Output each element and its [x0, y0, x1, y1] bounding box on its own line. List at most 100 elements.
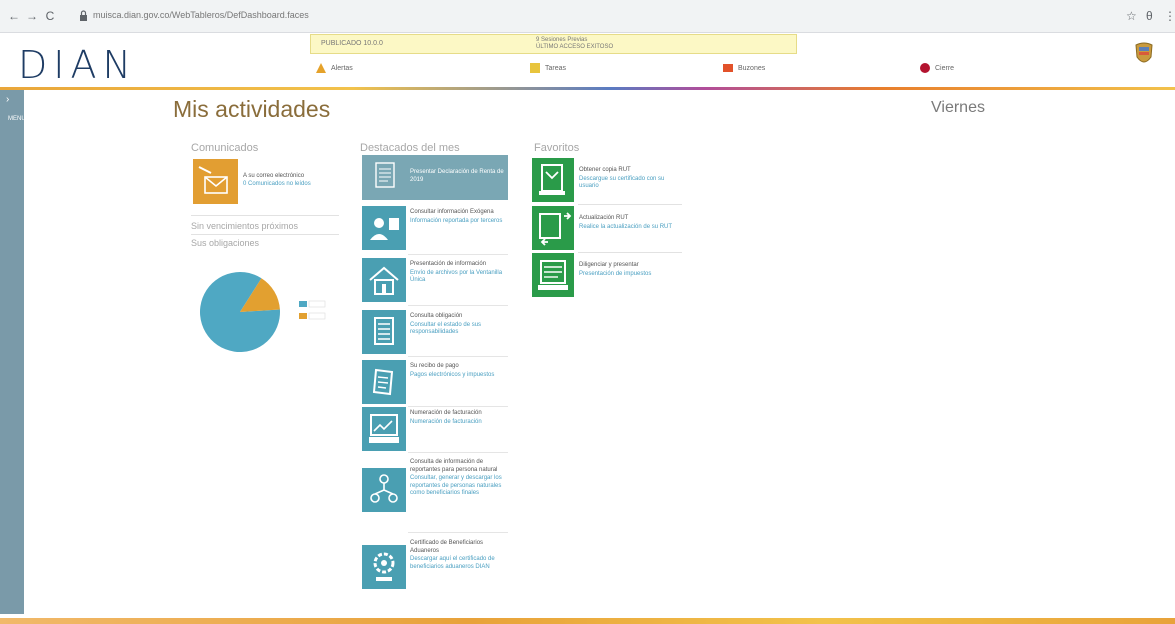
- destacado-item[interactable]: Consulta de información de reportantes p…: [362, 456, 508, 531]
- cierre-label: Cierre: [935, 64, 955, 72]
- destacado-item-text: Consultar información Exógena Informació…: [410, 209, 508, 225]
- alertas-label: Alertas: [331, 64, 353, 72]
- page-title: Mis actividades: [173, 96, 331, 122]
- divider: [408, 305, 508, 306]
- email-tile-title: A su correo electrónico: [243, 173, 305, 179]
- destacado-item-title: Presentación de información: [410, 261, 487, 267]
- form-icon: [532, 253, 574, 297]
- destacado-highlight-tile[interactable]: Presentar Declaración de Renta de 2019: [362, 155, 508, 200]
- favoritos-title: Favoritos: [534, 142, 580, 154]
- destacados-title: Destacados del mes: [360, 142, 460, 154]
- notice-line-2: ÚLTIMO ACCESO EXITOSO: [536, 44, 614, 50]
- reload-icon[interactable]: C: [42, 8, 58, 24]
- house-icon: [362, 258, 406, 302]
- destacado-item-desc: Pagos electrónicos y impuestos: [410, 371, 495, 378]
- favorito-item-title: Diligenciar y presentar: [579, 262, 639, 268]
- back-icon[interactable]: ←: [6, 8, 22, 24]
- destacado-item-desc: Numeración de facturación: [410, 418, 482, 425]
- site-header: DIAN PUBLICADO 10.0.0 9 Sesiones Previas…: [0, 33, 1175, 90]
- day-title: Viernes: [931, 99, 985, 116]
- destacado-item[interactable]: Consultar información Exógena Informació…: [362, 206, 508, 252]
- buzones-link[interactable]: Buzones: [723, 61, 765, 75]
- destacado-item-desc: Consultar, generar y descargar los repor…: [410, 475, 502, 496]
- destacado-item-title: Consultar información Exógena: [410, 209, 494, 215]
- declaration-icon: [375, 162, 395, 188]
- mailbox-icon: [723, 64, 733, 72]
- favorito-item[interactable]: Obtener copia RUT Descargue su certifica…: [532, 158, 682, 202]
- dian-logo[interactable]: DIAN: [18, 45, 137, 85]
- address-bar[interactable]: muisca.dian.gov.co/WebTableros/DefDashbo…: [75, 5, 1095, 28]
- destacado-item-text: Consulta obligación Consultar el estado …: [410, 313, 508, 337]
- email-tile[interactable]: [193, 159, 238, 204]
- cierre-link[interactable]: Cierre: [920, 61, 954, 75]
- url-text: muisca.dian.gov.co/WebTableros/DefDashbo…: [93, 10, 309, 20]
- favorito-item-text: Diligenciar y presentar Presentación de …: [579, 262, 684, 278]
- obligaciones-chart: [195, 265, 335, 355]
- network-icon: [362, 468, 406, 512]
- destacado-highlight-label: Presentar Declaración de Renta de 2019: [410, 169, 504, 183]
- destacado-item-title: Consulta de información de reportantes p…: [410, 459, 498, 473]
- destacado-item-title: Numeración de facturación: [410, 410, 482, 416]
- legend-label-box: [308, 312, 326, 320]
- chevron-right-icon[interactable]: ›: [6, 94, 9, 105]
- divider: [191, 234, 339, 235]
- divider: [408, 356, 508, 357]
- buzones-label: Buzones: [738, 64, 766, 72]
- power-icon: [920, 63, 930, 73]
- notice-line-1: 9 Sesiones Previas: [536, 37, 588, 43]
- forward-icon[interactable]: →: [24, 8, 40, 24]
- divider: [578, 204, 682, 205]
- destacado-item[interactable]: Consulta obligación Consultar el estado …: [362, 310, 508, 354]
- favorito-item-text: Obtener copia RUT Descargue su certifica…: [579, 167, 684, 191]
- destacado-item-desc: Información reportada por terceros: [410, 217, 503, 224]
- warning-icon: [316, 63, 326, 73]
- destacado-item[interactable]: Su recibo de pago Pagos electrónicos y i…: [362, 360, 508, 404]
- side-menu-label: MENU: [8, 116, 26, 122]
- destacado-item-title: Consulta obligación: [410, 313, 463, 319]
- favorito-item-desc: Realice la actualización de su RUT: [579, 223, 673, 230]
- alertas-link[interactable]: Alertas: [316, 61, 353, 75]
- star-icon[interactable]: ☆: [1126, 8, 1137, 24]
- tareas-label: Tareas: [545, 64, 567, 72]
- document-icon: [362, 310, 406, 354]
- legend-swatch: [299, 301, 307, 307]
- email-icon: [198, 166, 228, 194]
- destacado-item[interactable]: Presentación de información Envío de arc…: [362, 258, 508, 302]
- destacado-item-text: Presentación de información Envío de arc…: [410, 261, 508, 285]
- favorito-item[interactable]: Diligenciar y presentar Presentación de …: [532, 253, 682, 297]
- person-doc-icon: [362, 206, 406, 250]
- destacado-item-desc: Consultar el estado de sus responsabilid…: [410, 321, 482, 336]
- notice-session-text: 9 Sesiones Previas ÚLTIMO ACCESO EXITOSO: [536, 37, 613, 51]
- gear-icon: [362, 545, 406, 589]
- favorito-item[interactable]: Actualización RUT Realice la actualizaci…: [532, 206, 682, 250]
- email-tile-desc: 0 Comunicados no leídos: [243, 181, 311, 187]
- more-icon[interactable]: ⋮: [1164, 8, 1175, 24]
- legend-swatch: [299, 313, 307, 319]
- footer-color-line: [0, 618, 1175, 624]
- favorito-item-title: Obtener copia RUT: [579, 167, 631, 173]
- destacado-item[interactable]: Certificado de Beneficiarios Aduaneros D…: [362, 537, 508, 597]
- tasks-icon: [530, 63, 540, 73]
- session-notice: PUBLICADO 10.0.0 9 Sesiones Previas ÚLTI…: [310, 34, 797, 54]
- rut-update-icon: [532, 206, 574, 250]
- destacado-item-text: Certificado de Beneficiarios Aduaneros D…: [410, 540, 508, 571]
- comunicados-title: Comunicados: [191, 142, 259, 154]
- profile-icon[interactable]: θ: [1146, 8, 1153, 24]
- email-tile-text[interactable]: A su correo electrónico 0 Comunicados no…: [243, 172, 338, 188]
- side-menu[interactable]: › MENU: [0, 90, 26, 614]
- divider: [191, 215, 339, 216]
- favorito-item-title: Actualización RUT: [579, 215, 629, 221]
- tareas-link[interactable]: Tareas: [530, 61, 566, 75]
- coat-of-arms-icon: [1135, 42, 1153, 63]
- vencimientos-text: Sin vencimientos próximos: [191, 221, 299, 231]
- divider: [408, 254, 508, 255]
- destacado-item[interactable]: Numeración de facturación Numeración de …: [362, 407, 508, 452]
- destacado-item-title: Certificado de Beneficiarios Aduaneros: [410, 540, 484, 554]
- legend-label-box: [308, 300, 326, 308]
- destacado-item-text: Su recibo de pago Pagos electrónicos y i…: [410, 363, 508, 379]
- destacado-item-desc: Descargar aquí el certificado de benefic…: [410, 556, 495, 570]
- rut-copy-icon: [532, 158, 574, 202]
- notice-left-text: PUBLICADO 10.0.0: [321, 40, 383, 47]
- browser-toolbar: ← → C muisca.dian.gov.co/WebTableros/Def…: [0, 0, 1175, 33]
- favorito-item-text: Actualización RUT Realice la actualizaci…: [579, 215, 684, 231]
